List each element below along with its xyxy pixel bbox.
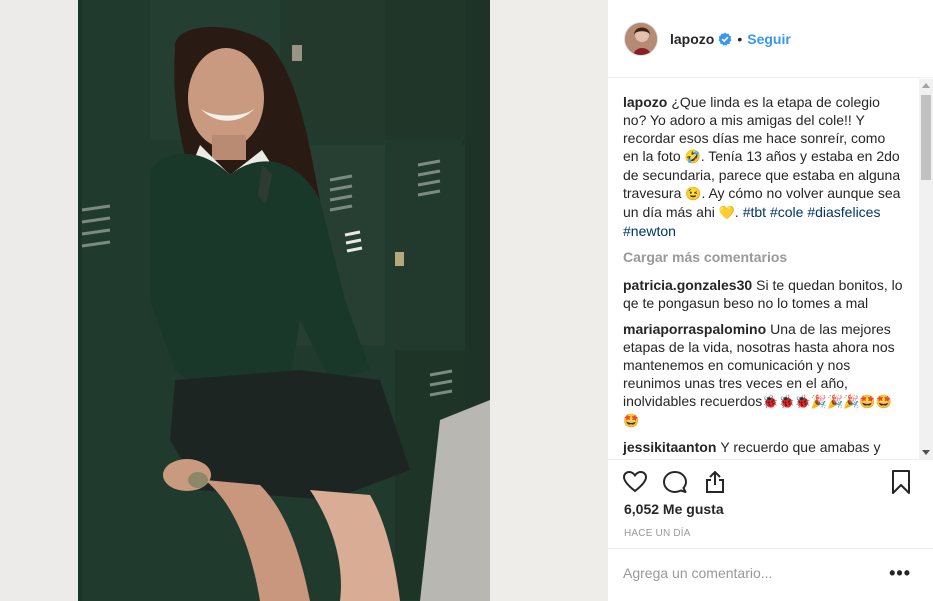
caption: lapozo ¿Que linda es la etapa de colegio … xyxy=(623,93,903,240)
scroll-up-arrow-icon[interactable] xyxy=(922,83,930,88)
post-actions xyxy=(608,459,933,501)
hashtag-link[interactable]: #newton xyxy=(623,223,676,239)
add-comment-section: ••• xyxy=(608,548,933,601)
post-header: lapozo • Seguir xyxy=(608,0,933,78)
hashtag-link[interactable]: #cole xyxy=(770,204,803,220)
comment-item: patricia.gonzales30 Si te quedan bonitos,… xyxy=(623,276,903,312)
comments-scrollbar[interactable] xyxy=(919,79,933,459)
caption-emoji-1: 🤣 xyxy=(684,149,701,164)
likes-count[interactable]: 6,052 Me gusta xyxy=(624,501,724,517)
comment-item: mariaporraspalomino Una de las mejores et… xyxy=(623,320,903,430)
hashtag-link[interactable]: #diasfelices xyxy=(807,204,880,220)
post-timestamp[interactable]: HACE UN DÍA xyxy=(624,528,691,539)
post-username[interactable]: lapozo xyxy=(670,31,714,47)
post-photo-image xyxy=(0,0,608,601)
avatar[interactable] xyxy=(624,21,658,56)
post-side-panel: lapozo • Seguir lapozo ¿Que linda es la e… xyxy=(608,0,933,601)
bookmark-icon[interactable] xyxy=(888,469,914,495)
comment-input[interactable] xyxy=(623,565,863,581)
post-photo[interactable] xyxy=(0,0,608,601)
caption-username[interactable]: lapozo xyxy=(623,94,667,110)
scroll-down-arrow-icon[interactable] xyxy=(922,450,930,455)
comment-item: jessikitaantonY recuerdo que amabas y er… xyxy=(623,438,903,459)
heart-icon[interactable] xyxy=(622,469,648,495)
avatar-image xyxy=(625,22,657,55)
follow-button[interactable]: Seguir xyxy=(747,31,791,47)
load-more-comments-button[interactable]: Cargar más comentarios xyxy=(623,248,919,266)
caption-text-4: . xyxy=(734,204,739,220)
comment-username[interactable]: jessikitaanton xyxy=(623,439,716,455)
comments-list[interactable]: lapozo ¿Que linda es la etapa de colegio … xyxy=(608,79,919,459)
hashtag-link[interactable]: #tbt xyxy=(743,204,766,220)
verified-badge-icon xyxy=(718,32,732,46)
more-options-icon[interactable]: ••• xyxy=(889,563,911,584)
comment-username[interactable]: patricia.gonzales30 xyxy=(623,277,752,293)
caption-emoji-2: 😉 xyxy=(685,186,702,201)
caption-emoji-3: 💛 xyxy=(718,205,735,220)
share-icon[interactable] xyxy=(702,469,728,495)
comment-username[interactable]: mariaporraspalomino xyxy=(623,321,766,337)
divider xyxy=(624,548,917,549)
header-separator: • xyxy=(737,30,743,47)
scrollbar-thumb[interactable] xyxy=(921,95,931,180)
comment-icon[interactable] xyxy=(662,469,688,495)
